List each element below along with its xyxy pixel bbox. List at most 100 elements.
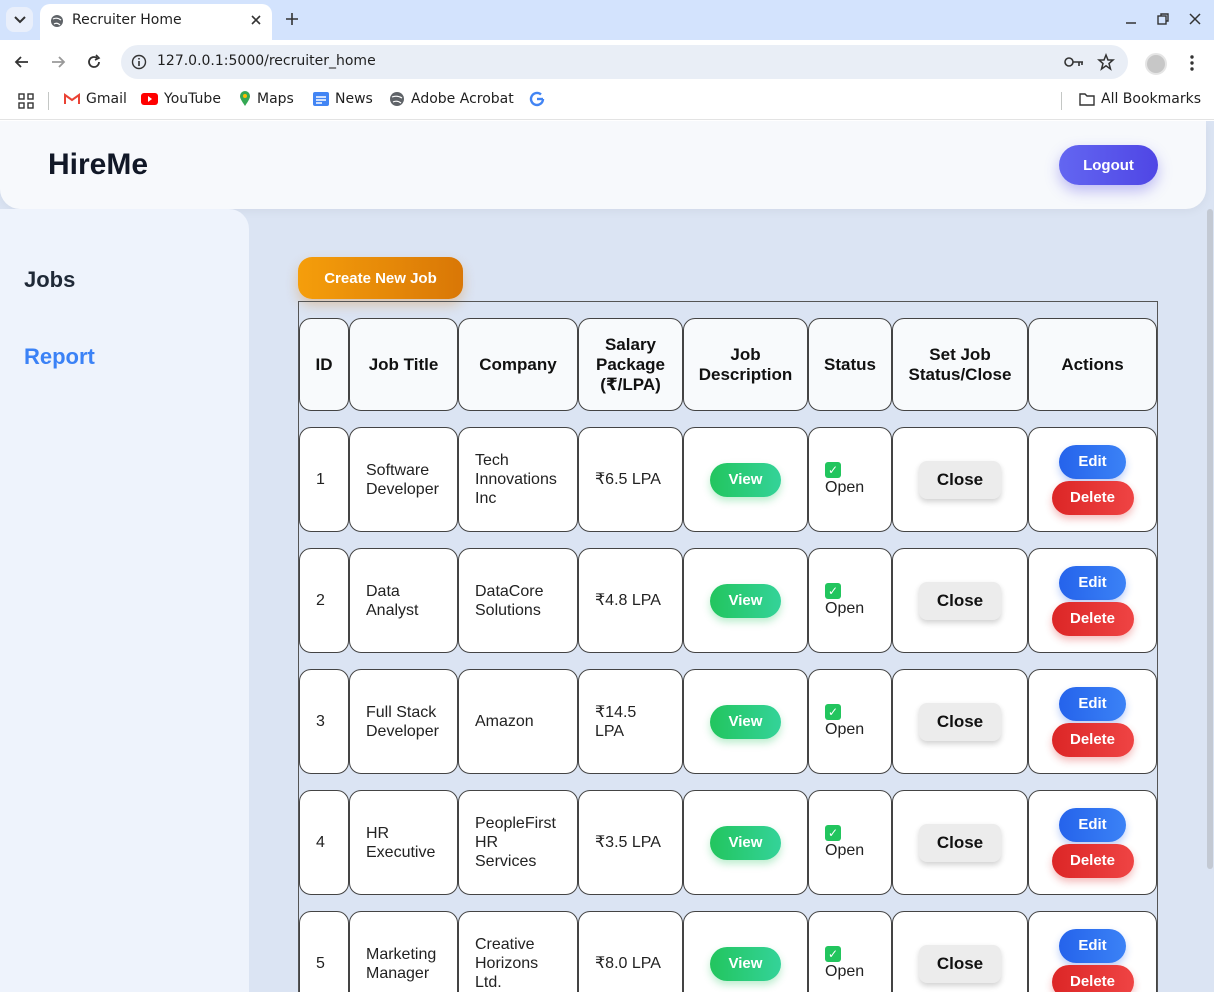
- more-menu-icon[interactable]: [1186, 54, 1198, 72]
- check-mark-icon: ✓: [825, 946, 841, 962]
- view-description-button[interactable]: View: [710, 462, 781, 497]
- bookmark-label: Gmail: [86, 91, 127, 107]
- table-cell-actions: Edit Delete: [1028, 911, 1157, 992]
- jobs-table: ID Job Title Company Salary Package (₹/L…: [298, 301, 1158, 992]
- column-header: ID: [299, 318, 349, 411]
- gmail-icon: [64, 93, 80, 104]
- column-header: Job Description: [683, 318, 808, 411]
- table-cell-actions: Edit Delete: [1028, 548, 1157, 653]
- table-cell-description: View: [683, 911, 808, 992]
- table-cell-description: View: [683, 790, 808, 895]
- table-cell-status: ✓ Open: [808, 790, 892, 895]
- status-text: Open: [825, 963, 865, 980]
- all-bookmarks[interactable]: All Bookmarks: [1079, 91, 1201, 107]
- sidebar: Jobs Report: [0, 209, 249, 992]
- chevron-down-icon: [13, 15, 26, 23]
- bookmark-gmail[interactable]: Gmail: [64, 91, 127, 107]
- browser-tab-bar: Recruiter Home: [0, 0, 1214, 40]
- bookmark-maps[interactable]: Maps: [239, 91, 294, 107]
- table-cell-status: ✓ Open: [808, 427, 892, 532]
- reload-icon[interactable]: [86, 54, 102, 70]
- check-mark-icon: ✓: [825, 462, 841, 478]
- site-info-icon[interactable]: [131, 54, 147, 70]
- table-cell-actions: Edit Delete: [1028, 427, 1157, 532]
- view-description-button[interactable]: View: [710, 946, 781, 981]
- table-cell-salary: ₹3.5 LPA: [578, 790, 683, 895]
- table-cell-salary: ₹4.8 LPA: [578, 548, 683, 653]
- table-cell-set-status: Close: [892, 427, 1028, 532]
- window-close-icon[interactable]: [1188, 12, 1202, 26]
- globe-icon: [51, 15, 63, 27]
- delete-job-button[interactable]: Delete: [1051, 480, 1134, 515]
- edit-job-button[interactable]: Edit: [1059, 686, 1126, 721]
- sidebar-item-jobs[interactable]: Jobs: [24, 267, 75, 293]
- youtube-icon: [141, 93, 158, 105]
- logout-button[interactable]: Logout: [1059, 145, 1158, 185]
- minimize-icon[interactable]: [1124, 12, 1138, 26]
- close-icon[interactable]: [248, 12, 264, 28]
- bookmark-youtube[interactable]: YouTube: [141, 91, 221, 107]
- url-text: 127.0.0.1:5000/recruiter_home: [157, 53, 376, 69]
- close-job-button[interactable]: Close: [919, 581, 1001, 620]
- table-cell-salary: ₹14.5 LPA: [578, 669, 683, 774]
- edit-job-button[interactable]: Edit: [1059, 444, 1126, 479]
- close-job-button[interactable]: Close: [919, 823, 1001, 862]
- restore-icon[interactable]: [1156, 12, 1170, 26]
- table-cell-salary: ₹6.5 LPA: [578, 427, 683, 532]
- edit-job-button[interactable]: Edit: [1059, 807, 1126, 842]
- table-cell-title: HR Executive: [349, 790, 458, 895]
- browser-toolbar: 127.0.0.1:5000/recruiter_home: [0, 40, 1214, 84]
- delete-job-button[interactable]: Delete: [1051, 722, 1134, 757]
- address-bar[interactable]: 127.0.0.1:5000/recruiter_home: [121, 45, 1128, 79]
- bookmark-label: YouTube: [164, 91, 221, 107]
- apps-grid-icon[interactable]: [18, 93, 34, 109]
- new-tab-icon[interactable]: [283, 10, 301, 28]
- tab-list-button[interactable]: [6, 7, 33, 32]
- close-job-button[interactable]: Close: [919, 944, 1001, 983]
- browser-tab[interactable]: Recruiter Home: [40, 4, 272, 40]
- table-cell-title: Marketing Manager: [349, 911, 458, 992]
- view-description-button[interactable]: View: [710, 825, 781, 860]
- bookmark-news[interactable]: News: [313, 91, 373, 107]
- delete-job-button[interactable]: Delete: [1051, 964, 1134, 992]
- bookmark-label: News: [335, 91, 373, 107]
- table-cell-title: Full Stack Developer: [349, 669, 458, 774]
- bookmark-star-icon[interactable]: [1097, 53, 1115, 71]
- globe-icon: [390, 92, 404, 106]
- delete-job-button[interactable]: Delete: [1051, 601, 1134, 636]
- view-description-button[interactable]: View: [710, 704, 781, 739]
- table-cell-id: 2: [299, 548, 349, 653]
- table-cell-status: ✓ Open: [808, 548, 892, 653]
- page-scrollbar[interactable]: [1206, 209, 1214, 992]
- column-header: Actions: [1028, 318, 1157, 411]
- tab-title: Recruiter Home: [72, 12, 182, 28]
- scrollbar-thumb[interactable]: [1207, 209, 1213, 869]
- table-cell-actions: Edit Delete: [1028, 669, 1157, 774]
- table-cell-company: Creative Horizons Ltd.: [458, 911, 578, 992]
- bookmark-label: Maps: [257, 91, 294, 107]
- view-description-button[interactable]: View: [710, 583, 781, 618]
- sidebar-item-report[interactable]: Report: [24, 344, 95, 370]
- table-cell-id: 1: [299, 427, 349, 532]
- edit-job-button[interactable]: Edit: [1059, 565, 1126, 600]
- close-job-button[interactable]: Close: [919, 702, 1001, 741]
- table-cell-set-status: Close: [892, 669, 1028, 774]
- edit-job-button[interactable]: Edit: [1059, 928, 1126, 963]
- back-arrow-icon[interactable]: [14, 54, 30, 70]
- table-cell-title: Software Developer: [349, 427, 458, 532]
- folder-icon: [1079, 93, 1095, 106]
- delete-job-button[interactable]: Delete: [1051, 843, 1134, 878]
- profile-avatar[interactable]: [1145, 53, 1167, 75]
- bookmark-adobe-acrobat[interactable]: Adobe Acrobat: [389, 91, 514, 107]
- bookmark-google[interactable]: [529, 91, 545, 107]
- close-job-button[interactable]: Close: [919, 460, 1001, 499]
- table-cell-company: Tech Innovations Inc: [458, 427, 578, 532]
- forward-arrow-icon[interactable]: [50, 54, 66, 70]
- column-header: Company: [458, 318, 578, 411]
- column-header: Job Title: [349, 318, 458, 411]
- key-icon[interactable]: [1064, 55, 1084, 69]
- create-new-job-button[interactable]: Create New Job: [298, 257, 463, 299]
- table-cell-company: DataCore Solutions: [458, 548, 578, 653]
- check-mark-icon: ✓: [825, 704, 841, 720]
- table-cell-description: View: [683, 548, 808, 653]
